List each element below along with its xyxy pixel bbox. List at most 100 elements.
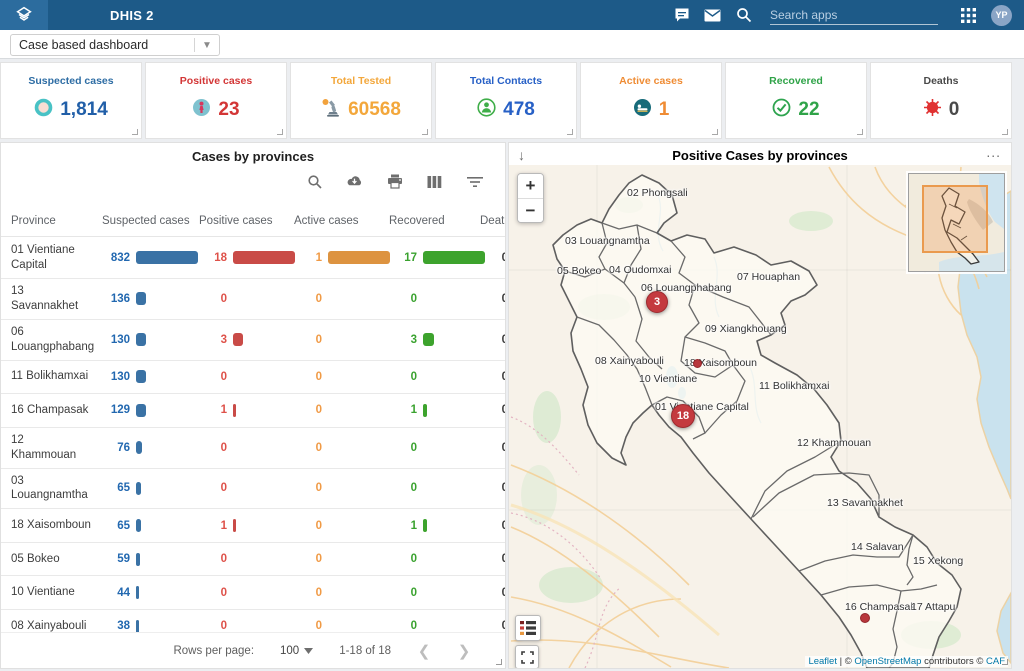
table-row: 12 Khammouan 76 0 0 0 0 xyxy=(1,428,505,469)
table-body: 01 Vientiane Capital 832 18 1 17 0 13 Sa… xyxy=(1,238,505,632)
map-label: 11 Bolikhamxai xyxy=(759,380,829,392)
bar-suspected xyxy=(136,251,198,264)
bar-suspected xyxy=(136,292,146,305)
download-icon[interactable] xyxy=(346,173,363,190)
kpi-label: Active cases xyxy=(581,75,721,87)
map-marker-vientiane-capital[interactable]: 18 xyxy=(671,404,695,428)
kpi-value: 1,814 xyxy=(60,99,108,121)
kpi-value: 1 xyxy=(659,99,670,121)
rows-per-page-select[interactable]: 100 xyxy=(280,645,313,657)
check-icon xyxy=(772,98,791,122)
next-page-button[interactable]: ❯ xyxy=(457,642,471,660)
zoom-in-button[interactable]: + xyxy=(518,174,543,198)
app-title: DHIS 2 xyxy=(110,8,154,23)
resize-handle[interactable] xyxy=(496,659,502,665)
search-icon[interactable] xyxy=(735,7,752,24)
resize-handle[interactable] xyxy=(712,129,718,135)
print-icon[interactable] xyxy=(386,173,403,190)
map-marker-champasak[interactable] xyxy=(860,613,870,623)
leaflet-map[interactable]: 02 Phongsali 03 Louangnamtha 05 Bokeo 04… xyxy=(509,165,1011,668)
table-row: 13 Savannakhet 136 0 0 0 0 xyxy=(1,279,505,320)
table-row: 11 Bolikhamxai 130 0 0 0 0 xyxy=(1,361,505,395)
col-header-active[interactable]: Active cases xyxy=(285,215,380,227)
dashboard-select[interactable]: Case based dashboard ▼ xyxy=(10,34,220,56)
col-header-province[interactable]: Province xyxy=(1,215,93,227)
kpi-value: 60568 xyxy=(348,99,401,121)
fullscreen-button[interactable] xyxy=(515,645,539,668)
search-apps-field[interactable] xyxy=(770,5,938,25)
table-toolbar xyxy=(306,173,483,190)
patient-icon xyxy=(633,98,652,122)
more-options-icon[interactable]: ... xyxy=(986,144,1001,160)
map-label: 17 Attapu xyxy=(911,601,955,613)
table-row: 10 Vientiane 44 0 0 0 0 xyxy=(1,576,505,610)
apps-grid-icon[interactable] xyxy=(960,7,977,24)
resize-handle[interactable] xyxy=(277,129,283,135)
person-positive-icon xyxy=(192,98,211,122)
map-label: 08 Xainyabouli xyxy=(595,355,664,367)
download-arrow-icon[interactable]: ↓ xyxy=(518,147,525,163)
map-label: 16 Champasak xyxy=(845,601,916,613)
kpi-card-suspected: Suspected cases 1,814 xyxy=(0,62,142,139)
resize-handle[interactable] xyxy=(132,129,138,135)
minimap-viewport[interactable] xyxy=(923,186,987,252)
resize-handle[interactable] xyxy=(1002,129,1008,135)
messages-icon[interactable] xyxy=(673,7,690,24)
zoom-control: + − xyxy=(517,173,544,223)
col-header-positive[interactable]: Positive cases xyxy=(190,215,285,227)
kpi-value: 478 xyxy=(503,99,535,121)
pagination-range: 1-18 of 18 xyxy=(339,645,391,657)
cases-table-panel: Cases by provinces Province Suspected ca… xyxy=(0,142,506,669)
kpi-label: Suspected cases xyxy=(1,75,141,87)
resize-handle[interactable] xyxy=(857,129,863,135)
prev-page-button[interactable]: ❮ xyxy=(417,642,431,660)
table-row: 05 Bokeo 59 0 0 0 0 xyxy=(1,543,505,577)
col-header-suspected[interactable]: Suspected cases xyxy=(93,215,190,227)
map-label: 05 Bokeo xyxy=(557,265,601,277)
mail-icon[interactable] xyxy=(704,7,721,24)
table-row: 03 Louangnamtha 65 0 0 0 0 xyxy=(1,469,505,510)
col-header-deaths[interactable]: Deaths xyxy=(471,215,505,227)
table-pagination: Rows per page: 100 1-18 of 18 ❮ ❯ xyxy=(1,632,505,668)
leaflet-link[interactable]: Leaflet xyxy=(808,656,837,667)
kpi-card-recovered: Recovered 22 xyxy=(725,62,867,139)
table-row: 08 Xainyabouli 38 0 0 0 0 xyxy=(1,610,505,632)
resize-handle[interactable] xyxy=(422,129,428,135)
kpi-value: 23 xyxy=(218,99,239,121)
kpi-card-positive: Positive cases 23 xyxy=(145,62,287,139)
kpi-label: Deaths xyxy=(871,75,1011,87)
table-title: Cases by provinces xyxy=(1,143,505,164)
filter-icon[interactable] xyxy=(466,173,483,190)
table-row: 16 Champasak 129 1 0 1 0 xyxy=(1,394,505,428)
kpi-card-deaths: Deaths 0 xyxy=(870,62,1012,139)
map-label: 10 Vientiane xyxy=(639,373,697,385)
legend-button[interactable] xyxy=(515,615,541,641)
user-avatar[interactable]: YP xyxy=(991,5,1012,26)
table-row: 01 Vientiane Capital 832 18 1 17 0 xyxy=(1,238,505,279)
dashboard-select-value: Case based dashboard xyxy=(11,38,194,52)
caret-down-icon xyxy=(304,648,313,654)
columns-icon[interactable] xyxy=(426,173,443,190)
table-search-icon[interactable] xyxy=(306,173,323,190)
zoom-out-button[interactable]: − xyxy=(518,198,543,222)
chevron-down-icon[interactable]: ▼ xyxy=(195,40,219,51)
minimap[interactable] xyxy=(908,173,1005,272)
resize-handle[interactable] xyxy=(567,129,573,135)
dhis2-logo[interactable] xyxy=(0,0,48,30)
map-label: 04 Oudomxai xyxy=(609,264,671,276)
table-row: 06 Louangphabang 130 3 0 3 0 xyxy=(1,320,505,361)
kpi-label: Total Contacts xyxy=(436,75,576,87)
map-marker-xaisomboun[interactable] xyxy=(693,359,702,368)
kpi-label: Positive cases xyxy=(146,75,286,87)
map-label: 07 Houaphan xyxy=(737,271,800,283)
osm-link[interactable]: OpenStreetMap xyxy=(854,656,921,667)
map-label: 03 Louangnamtha xyxy=(565,235,650,247)
map-marker-louangphabang[interactable]: 3 xyxy=(646,291,668,313)
map-attribution: Leaflet | © OpenStreetMap contributors ©… xyxy=(805,656,1008,667)
kpi-value: 0 xyxy=(949,99,960,121)
search-apps-input[interactable] xyxy=(770,8,918,22)
resize-handle[interactable] xyxy=(1002,659,1008,665)
app-bar: DHIS 2 YP xyxy=(0,0,1024,30)
col-header-recovered[interactable]: Recovered xyxy=(380,215,471,227)
map-label: 15 Xekong xyxy=(913,555,963,567)
